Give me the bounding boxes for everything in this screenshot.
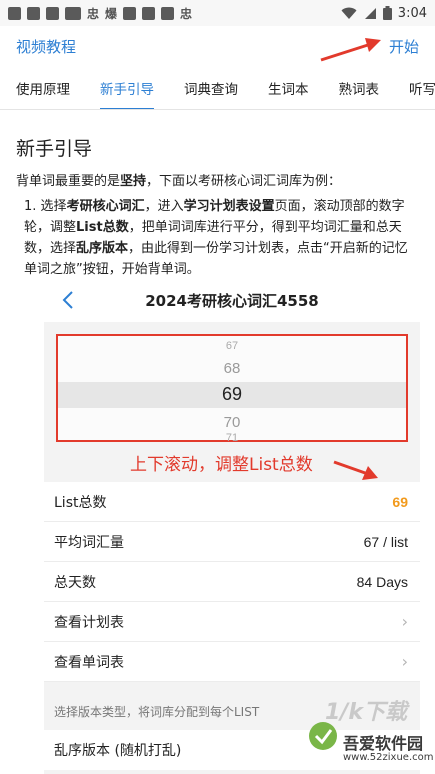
row-label: 查看单词表	[54, 654, 124, 671]
app-badge-icon	[65, 6, 81, 20]
status-bar: 忠 爆 忠 3:04	[0, 0, 435, 26]
notification-icon	[27, 6, 40, 20]
page-title: 新手引导	[16, 138, 93, 160]
status-text: 忠	[180, 6, 193, 21]
list-total-row: List总数 69	[44, 482, 420, 522]
intro-text: 背单词最重要的是	[16, 174, 121, 189]
row-label: 总天数	[54, 574, 96, 591]
step-text-part: ，进入	[144, 199, 184, 214]
row-value: 69	[392, 493, 408, 510]
step-text-part: 选择	[40, 199, 67, 214]
status-bar-notifications: 忠 爆 忠	[8, 5, 192, 22]
watermark-logo-icon	[309, 722, 337, 750]
card-title: 2024考研核心词汇4558	[145, 291, 319, 310]
step-number: 1.	[24, 199, 37, 214]
card-header: 2024考研核心词汇4558	[44, 278, 420, 322]
step-text: 选择考研核心词汇，进入学习计划表设置页面，滚动顶部的数字轮，调整List总数，把…	[24, 199, 408, 277]
notification-icon	[8, 6, 21, 20]
version-hint: 选择版本类型，将词库分配到每个LIST	[54, 705, 260, 719]
row-label: 查看计划表	[54, 614, 124, 631]
step-emphasis: 考研核心词汇	[66, 199, 145, 214]
watermark-name: 吾爱软件园	[343, 734, 424, 753]
view-plan-row[interactable]: 查看计划表 ›	[44, 602, 420, 642]
row-value: 67 / list	[363, 533, 408, 550]
guide-step: 1. 选择考研核心词汇，进入学习计划表设置页面，滚动顶部的数字轮，调整List总…	[24, 196, 419, 280]
wifi-icon	[341, 7, 357, 19]
battery-icon	[382, 6, 392, 20]
status-text: 爆	[105, 6, 118, 21]
back-chevron-icon	[62, 291, 73, 309]
picker-option-selected: 69	[221, 384, 243, 404]
total-days-row: 总天数 84 Days	[44, 562, 420, 602]
tab-dictation[interactable]: 听写	[409, 70, 435, 109]
picker-option: 71	[225, 432, 239, 444]
notification-icon	[46, 6, 59, 20]
list-count-picker[interactable]: 67 68 69 70 71	[56, 334, 408, 444]
annotation-arrow-icon	[333, 460, 378, 480]
row-value: 84 Days	[356, 573, 408, 590]
intro-text: ，下面以考研核心词汇词库为例：	[146, 174, 342, 189]
picker-option: 68	[223, 360, 241, 377]
status-time: 3:04	[397, 5, 427, 21]
video-tutorial-link[interactable]: 视频教程	[16, 36, 76, 57]
notification-icon	[123, 6, 137, 20]
view-wordlist-row[interactable]: 查看单词表 ›	[44, 642, 420, 682]
step-emphasis: 乱序版本	[76, 241, 129, 256]
annotation-text: 上下滚动，调整List总数	[130, 455, 313, 475]
tab-known-words[interactable]: 熟词表	[339, 70, 380, 109]
site-watermark: 1/k下载 吾爱软件园 www.52zixue.com	[303, 692, 435, 774]
tab-principle[interactable]: 使用原理	[16, 70, 70, 109]
step-emphasis: List总数	[76, 220, 129, 235]
signal-icon	[364, 7, 376, 19]
tab-beginner-guide[interactable]: 新手引导	[100, 70, 154, 109]
chevron-right-icon: ›	[401, 612, 408, 631]
row-label: 平均词汇量	[54, 534, 124, 551]
avg-vocab-row: 平均词汇量 67 / list	[44, 522, 420, 562]
picker-option: 67	[225, 340, 239, 352]
row-label: List总数	[54, 494, 107, 511]
guide-intro: 背单词最重要的是坚持，下面以考研核心词汇词库为例：	[16, 170, 341, 189]
notification-icon	[142, 6, 156, 20]
annotation-arrow-icon	[320, 38, 381, 62]
intro-emphasis: 坚持	[120, 174, 147, 189]
row-label: 乱序版本 (随机打乱)	[54, 743, 182, 759]
step-emphasis: 学习计划表设置	[183, 199, 275, 214]
chevron-right-icon: ›	[401, 652, 408, 671]
start-button[interactable]: 开始	[389, 36, 419, 57]
tab-bar: 使用原理 新手引导 词典查询 生词本 熟词表 听写	[0, 70, 435, 110]
tab-new-words[interactable]: 生词本	[268, 70, 309, 109]
watermark-url: www.52zixue.com	[343, 752, 434, 763]
notification-icon	[161, 6, 175, 20]
picker-option: 70	[223, 414, 241, 431]
status-text: 忠	[87, 6, 100, 21]
tab-dictionary[interactable]: 词典查询	[184, 70, 238, 109]
